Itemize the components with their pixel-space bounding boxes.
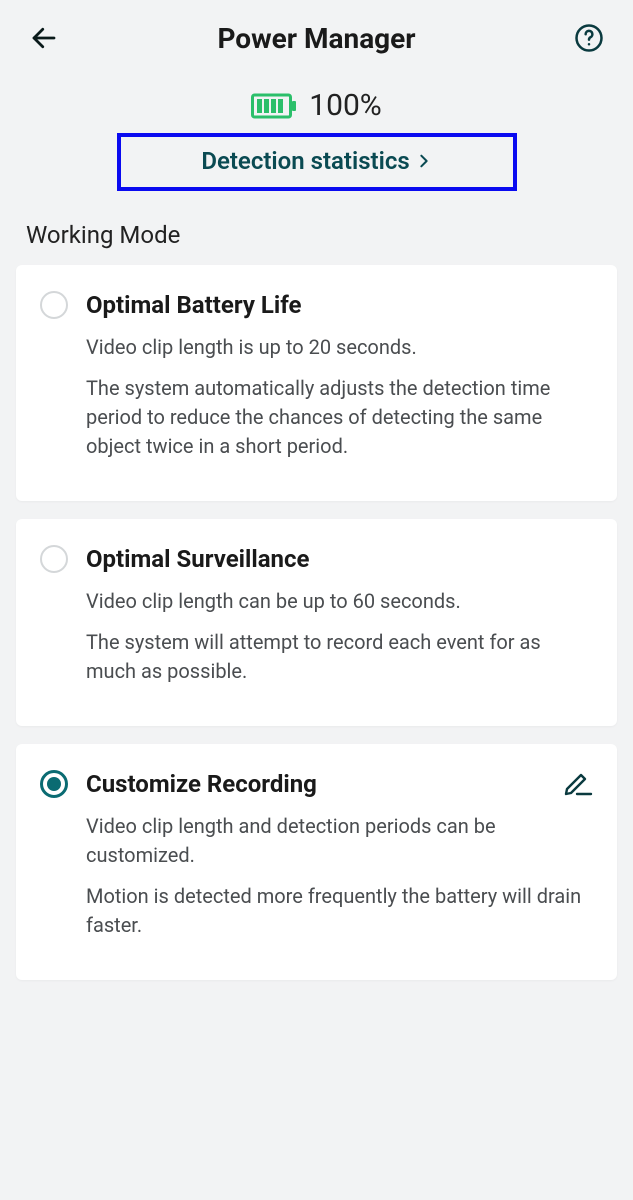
radio-unselected[interactable] — [40, 291, 68, 319]
battery-status: 100% — [0, 88, 633, 123]
detection-statistics-link[interactable]: Detection statistics — [117, 133, 517, 191]
chevron-right-icon — [416, 151, 432, 171]
pencil-icon — [563, 770, 593, 796]
mode-desc-line: Video clip length and detection periods … — [86, 812, 593, 870]
mode-option-optimal-surveillance[interactable]: Optimal Surveillance Video clip length c… — [16, 519, 617, 726]
detection-statistics-label: Detection statistics — [201, 147, 409, 175]
battery-full-icon — [251, 92, 297, 120]
mode-desc-line: Video clip length is up to 20 seconds. — [86, 333, 593, 362]
mode-title: Customize Recording — [86, 770, 317, 798]
mode-title: Optimal Surveillance — [86, 545, 309, 573]
mode-desc-line: Video clip length can be up to 60 second… — [86, 587, 593, 616]
mode-desc-line: The system automatically adjusts the det… — [86, 374, 593, 461]
radio-selected[interactable] — [40, 770, 68, 798]
help-icon — [574, 23, 604, 53]
working-mode-label: Working Mode — [26, 221, 633, 249]
radio-unselected[interactable] — [40, 545, 68, 573]
arrow-left-icon — [29, 23, 59, 53]
mode-desc-line: The system will attempt to record each e… — [86, 628, 593, 686]
header: Power Manager — [0, 0, 633, 70]
mode-option-optimal-battery[interactable]: Optimal Battery Life Video clip length i… — [16, 265, 617, 501]
edit-button[interactable] — [563, 770, 593, 796]
page-title: Power Manager — [64, 22, 569, 55]
mode-desc-line: Motion is detected more frequently the b… — [86, 882, 593, 940]
mode-title: Optimal Battery Life — [86, 291, 301, 319]
back-button[interactable] — [24, 18, 64, 58]
battery-percent: 100% — [309, 88, 382, 123]
help-button[interactable] — [569, 18, 609, 58]
mode-option-customize-recording[interactable]: Customize Recording Video clip length an… — [16, 744, 617, 980]
